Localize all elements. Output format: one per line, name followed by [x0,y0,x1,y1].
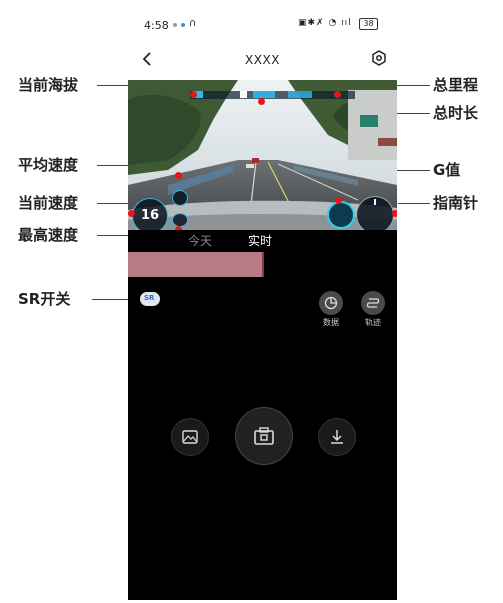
tab-today[interactable]: 今天 [188,232,212,249]
avg-speed-gauge [172,190,188,206]
callout-altitude: 当前海拔 [18,76,79,94]
callout-current-speed: 当前速度 [18,194,79,212]
callout-total-mileage: 总里程 [433,76,479,94]
current-speed-value: 16 [140,208,160,223]
marker-avg-speed [175,172,182,179]
phone-screen: 4:58 ∩ ▣✱✗ ◔ ııl 38 XXXX 16 今天 实时 SR 数据 … [128,10,397,600]
gallery-button[interactable] [171,418,209,456]
max-speed-gauge [172,213,188,227]
callout-max-speed: 最高速度 [18,226,79,244]
duration-icon [253,91,275,98]
data-button[interactable] [319,291,343,315]
callout-line-current-speed [97,203,130,204]
tab-bar: 今天 实时 [128,230,397,252]
track-button[interactable] [361,291,385,315]
callout-compass: 指南针 [433,194,479,212]
mileage-value-icon [288,91,312,98]
callout-total-duration: 总时长 [433,104,479,122]
marker-compass [392,210,397,217]
page-title: XXXX [245,53,280,67]
callout-avg-speed: 平均速度 [18,156,79,174]
notification-dot-icon [181,23,185,27]
nav-bar: XXXX [128,40,397,80]
compass-needle-icon [374,199,376,205]
chart-band [128,252,262,277]
compass-gauge [356,196,394,230]
mileage-icon [240,91,247,98]
callout-line-compass [398,203,430,204]
download-button[interactable] [318,418,356,456]
status-bar: 4:58 ∩ ▣✱✗ ◔ ııl 38 [128,10,397,40]
pie-chart-icon [324,296,338,310]
callout-g-value: G值 [433,161,461,179]
callout-line-total-duration [396,113,430,114]
camera-icon [254,427,274,445]
settings-icon[interactable] [371,50,387,66]
dashcam-video[interactable]: 16 [128,80,397,230]
download-icon [331,430,343,444]
capture-button[interactable] [235,407,293,465]
callout-sr-switch: SR开关 [18,290,71,308]
track-button-label: 轨迹 [365,318,381,327]
tab-realtime[interactable]: 实时 [248,232,272,249]
gallery-icon [182,430,198,444]
track-route-icon [366,298,380,308]
marker-g-value [335,197,342,204]
headset-icon: ∩ [189,18,197,29]
marker-current-speed [128,210,135,217]
g-value-gauge [327,201,355,229]
chart-band-edge [262,252,264,277]
sr-toggle-label: SR [144,294,155,302]
battery-icon: 38 [359,18,378,30]
notification-dot-icon [173,23,177,27]
marker-duration [258,98,265,105]
status-time: 4:58 [144,19,169,32]
data-button-label: 数据 [323,318,339,327]
sr-toggle[interactable]: SR [140,292,160,306]
marker-mileage [334,91,341,98]
marker-altitude [190,91,197,98]
speed-gauge: 16 [132,198,168,230]
signal-icons: ▣✱✗ ◔ ııl [298,18,352,28]
